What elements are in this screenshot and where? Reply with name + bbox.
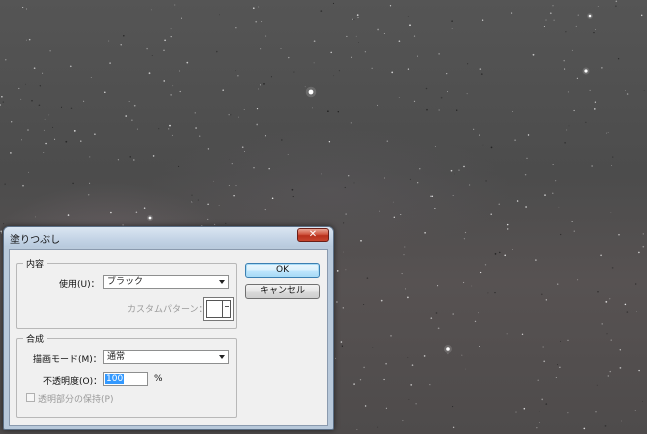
dialog-title: 塗りつぶし [10,235,61,246]
custom-pattern-picker [203,297,234,321]
ok-button[interactable]: OK [245,263,320,278]
blend-group: 合成 描画モード(M)： 通常 不透明度(O)： 100 % 透明部分の保持(P… [16,332,237,418]
cancel-button[interactable]: キャンセル [245,284,320,299]
fill-dialog: 塗りつぶし ✕ 内容 使用(U)： ブラック カスタムパターン： 合成 描画モー… [3,226,334,430]
dialog-client-area: 内容 使用(U)： ブラック カスタムパターン： 合成 描画モード(M)： 通常… [9,249,328,426]
opacity-value: 100 [105,374,125,384]
content-group: 内容 使用(U)： ブラック カスタムパターン： [16,257,237,329]
content-group-label: 内容 [23,257,48,270]
blend-mode-value: 通常 [107,352,126,362]
ok-button-label: OK [276,265,289,275]
cancel-button-label: キャンセル [259,286,305,296]
close-button[interactable]: ✕ [297,228,329,242]
use-select[interactable]: ブラック [103,275,229,289]
opacity-label: 不透明度(O)： [43,377,103,387]
opacity-input[interactable]: 100 [103,372,148,386]
pattern-preview [206,300,231,318]
pattern-picker-arrow-icon [225,306,229,307]
custom-pattern-label: カスタムパターン： [127,305,208,315]
opacity-unit: % [154,374,163,384]
chevron-down-icon [219,355,225,359]
use-label: 使用(U)： [59,280,100,290]
close-icon: ✕ [308,229,318,240]
use-select-value: ブラック [107,277,144,287]
preserve-transparency-label: 透明部分の保持(P) [38,395,114,405]
blend-mode-select[interactable]: 通常 [103,350,229,364]
blend-group-label: 合成 [23,332,48,345]
pattern-picker-divider [222,300,223,318]
blend-mode-label: 描画モード(M)： [33,355,102,365]
preserve-transparency-checkbox [26,393,35,402]
dialog-titlebar[interactable]: 塗りつぶし ✕ [4,227,333,247]
chevron-down-icon [219,280,225,284]
